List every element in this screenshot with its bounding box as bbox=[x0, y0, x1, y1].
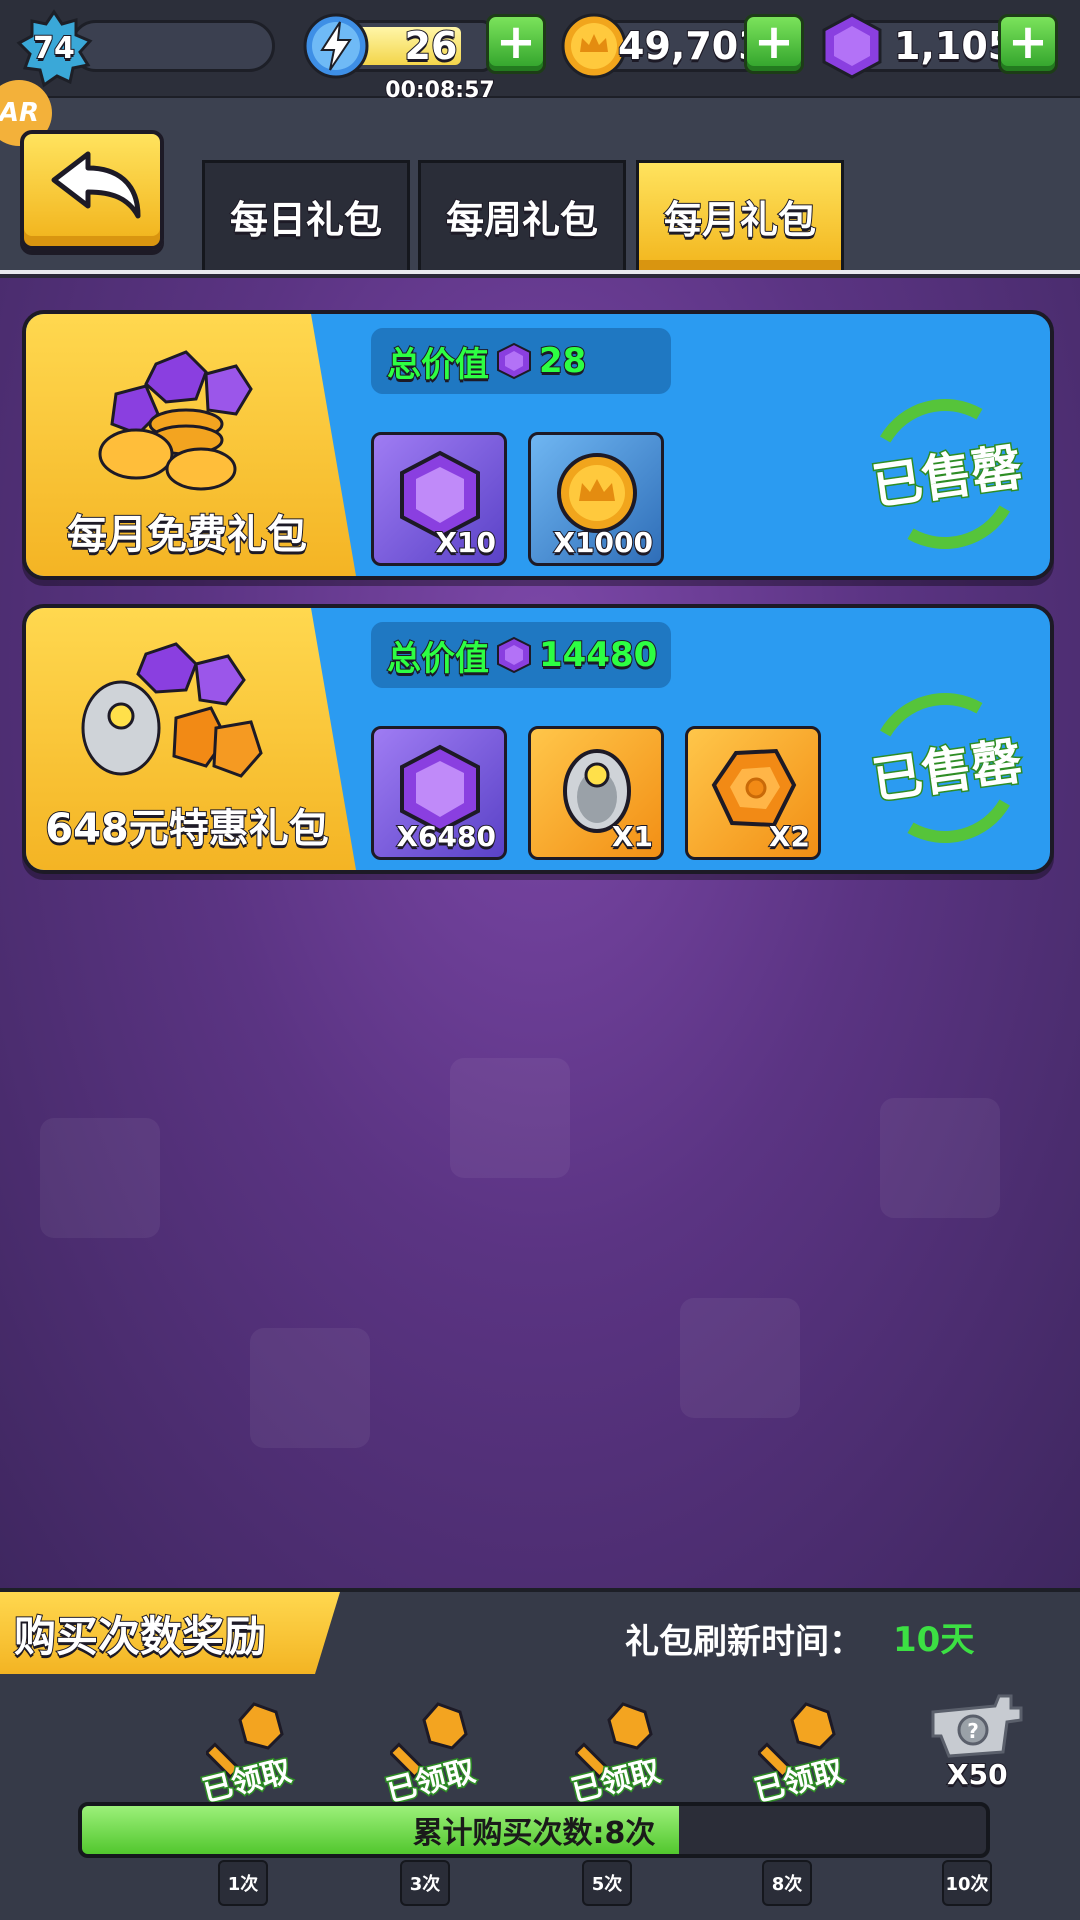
lightning-icon bbox=[303, 13, 369, 79]
rewards-title: 购买次数奖励 bbox=[0, 1592, 340, 1674]
tab-weekly[interactable]: 每周礼包 bbox=[418, 160, 626, 270]
total-value-number: 14480 bbox=[538, 634, 658, 676]
purchase-progress-bar: 累计购买次数:8次 bbox=[78, 1802, 990, 1858]
gem-value: 1,105 bbox=[893, 23, 1015, 69]
milestone-reward-10[interactable]: ? X50 bbox=[925, 1692, 1035, 1807]
milestone-reward-1[interactable]: 已领取 bbox=[176, 1700, 316, 1811]
pack-list[interactable]: 每月免费礼包 总价值 28 X10 X1000 已售罄 648元特惠礼包 总价值… bbox=[0, 278, 1080, 1588]
gems-coins-icon bbox=[98, 350, 253, 491]
sold-out-stamp: 已售罄 bbox=[853, 382, 1037, 566]
pack-name: 648元特惠礼包 bbox=[44, 805, 330, 853]
item-slot-gem[interactable]: X10 bbox=[371, 432, 507, 566]
pack-name: 每月免费礼包 bbox=[66, 511, 308, 559]
refresh-value: 10天 bbox=[893, 1620, 975, 1660]
svg-text:?: ? bbox=[967, 1719, 979, 1743]
milestone-marker-8: 8次 bbox=[762, 1860, 812, 1906]
resource-bar: 74 26 + 00:08:57 49,703 + 1,105 + bbox=[0, 0, 1080, 104]
gem-icon bbox=[497, 636, 531, 674]
pack-card-648-special[interactable]: 648元特惠礼包 总价值 14480 X6480 X1 X2 已售罄 bbox=[22, 604, 1054, 874]
milestone-marker-1: 1次 bbox=[218, 1860, 268, 1906]
back-arrow-icon bbox=[51, 151, 141, 219]
add-gems-button[interactable]: + bbox=[998, 14, 1058, 74]
gem-icon bbox=[822, 13, 882, 79]
milestone-marker-5: 5次 bbox=[582, 1860, 632, 1906]
milestone-marker-10: 10次 bbox=[942, 1860, 992, 1906]
pack-card-monthly-free[interactable]: 每月免费礼包 总价值 28 X10 X1000 已售罄 bbox=[22, 310, 1054, 580]
add-coins-button[interactable]: + bbox=[744, 14, 804, 74]
mystery-item-icon: ? bbox=[931, 1694, 1023, 1758]
gift-pattern bbox=[40, 1118, 160, 1238]
gift-pattern bbox=[880, 1098, 1000, 1218]
mystery-qty: X50 bbox=[946, 1757, 1009, 1792]
milestone-reward-3[interactable]: 已领取 bbox=[360, 1700, 500, 1811]
total-value-number: 28 bbox=[538, 340, 587, 382]
total-value-box: 总价值 14480 bbox=[371, 622, 671, 688]
tab-monthly[interactable]: 每月礼包 bbox=[636, 160, 844, 270]
add-energy-button[interactable]: + bbox=[486, 14, 546, 74]
gift-pattern bbox=[450, 1058, 570, 1178]
item-slot-gem[interactable]: X6480 bbox=[371, 726, 507, 860]
level-badge[interactable]: 74 bbox=[14, 8, 94, 88]
gem-icon bbox=[497, 342, 531, 380]
xp-bar bbox=[70, 20, 275, 72]
tab-daily[interactable]: 每日礼包 bbox=[202, 160, 410, 270]
level-number: 74 bbox=[32, 30, 76, 67]
energy-value: 26 bbox=[404, 23, 459, 69]
total-value-box: 总价值 28 bbox=[371, 328, 671, 394]
coin-value: 49,703 bbox=[617, 23, 766, 69]
item-slot-armor[interactable]: X1 bbox=[528, 726, 664, 860]
armor-ore-gems-icon bbox=[81, 642, 263, 778]
progress-text: 累计购买次数:8次 bbox=[412, 1816, 656, 1851]
milestone-reward-8[interactable]: 已领取 bbox=[728, 1700, 868, 1811]
refresh-label: 礼包刷新时间： bbox=[625, 1622, 863, 1662]
sold-out-stamp: 已售罄 bbox=[853, 676, 1037, 860]
gift-pattern bbox=[250, 1328, 370, 1448]
back-button[interactable] bbox=[20, 130, 164, 250]
purchase-rewards-panel: 购买次数奖励 礼包刷新时间： 10天 已领取 已领取 已领取 已领取 ? X50… bbox=[0, 1588, 1080, 1920]
milestone-reward-5[interactable]: 已领取 bbox=[545, 1700, 685, 1811]
milestone-marker-3: 3次 bbox=[400, 1860, 450, 1906]
item-slot-coin[interactable]: X1000 bbox=[528, 432, 664, 566]
gift-pattern bbox=[680, 1298, 800, 1418]
item-slot-ore[interactable]: X2 bbox=[685, 726, 821, 860]
